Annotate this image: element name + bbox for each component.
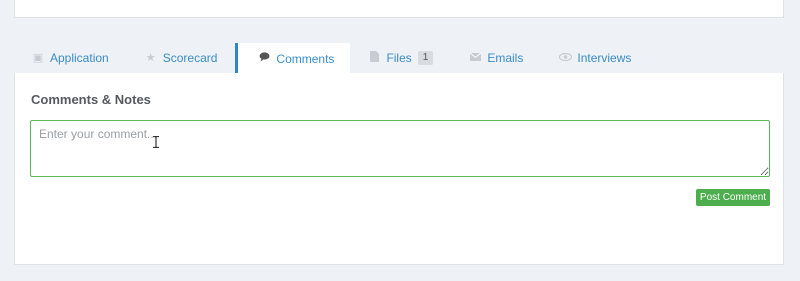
file-icon <box>368 51 380 65</box>
comments-panel: Comments & Notes Post Comment <box>14 73 784 265</box>
tab-emails[interactable]: Emails <box>451 43 541 73</box>
tab-application[interactable]: ▣ Application <box>14 43 127 73</box>
tab-label: Interviews <box>577 51 632 65</box>
tab-comments[interactable]: Comments <box>235 43 351 74</box>
envelope-icon <box>469 52 482 64</box>
eye-icon <box>559 52 573 64</box>
files-count-badge: 1 <box>417 51 434 65</box>
tab-label: Scorecard <box>162 51 218 65</box>
speech-bubble-icon <box>258 52 270 65</box>
tab-label: Application <box>50 51 109 65</box>
tab-interviews[interactable]: Interviews <box>541 43 649 73</box>
tab-label: Files <box>386 51 412 65</box>
panel-title: Comments & Notes <box>31 92 151 107</box>
post-comment-button[interactable]: Post Comment <box>696 189 770 206</box>
candidate-tabs: ▣ Application ★ Scorecard Comments Files… <box>14 43 784 74</box>
tab-files[interactable]: Files 1 <box>350 43 451 73</box>
previous-section-card <box>14 0 784 18</box>
tab-label: Comments <box>276 51 335 66</box>
tab-label: Emails <box>487 51 524 65</box>
star-icon: ★ <box>145 51 156 64</box>
tab-scorecard[interactable]: ★ Scorecard <box>127 43 236 73</box>
comment-input[interactable] <box>30 120 770 177</box>
document-icon: ▣ <box>32 51 44 64</box>
